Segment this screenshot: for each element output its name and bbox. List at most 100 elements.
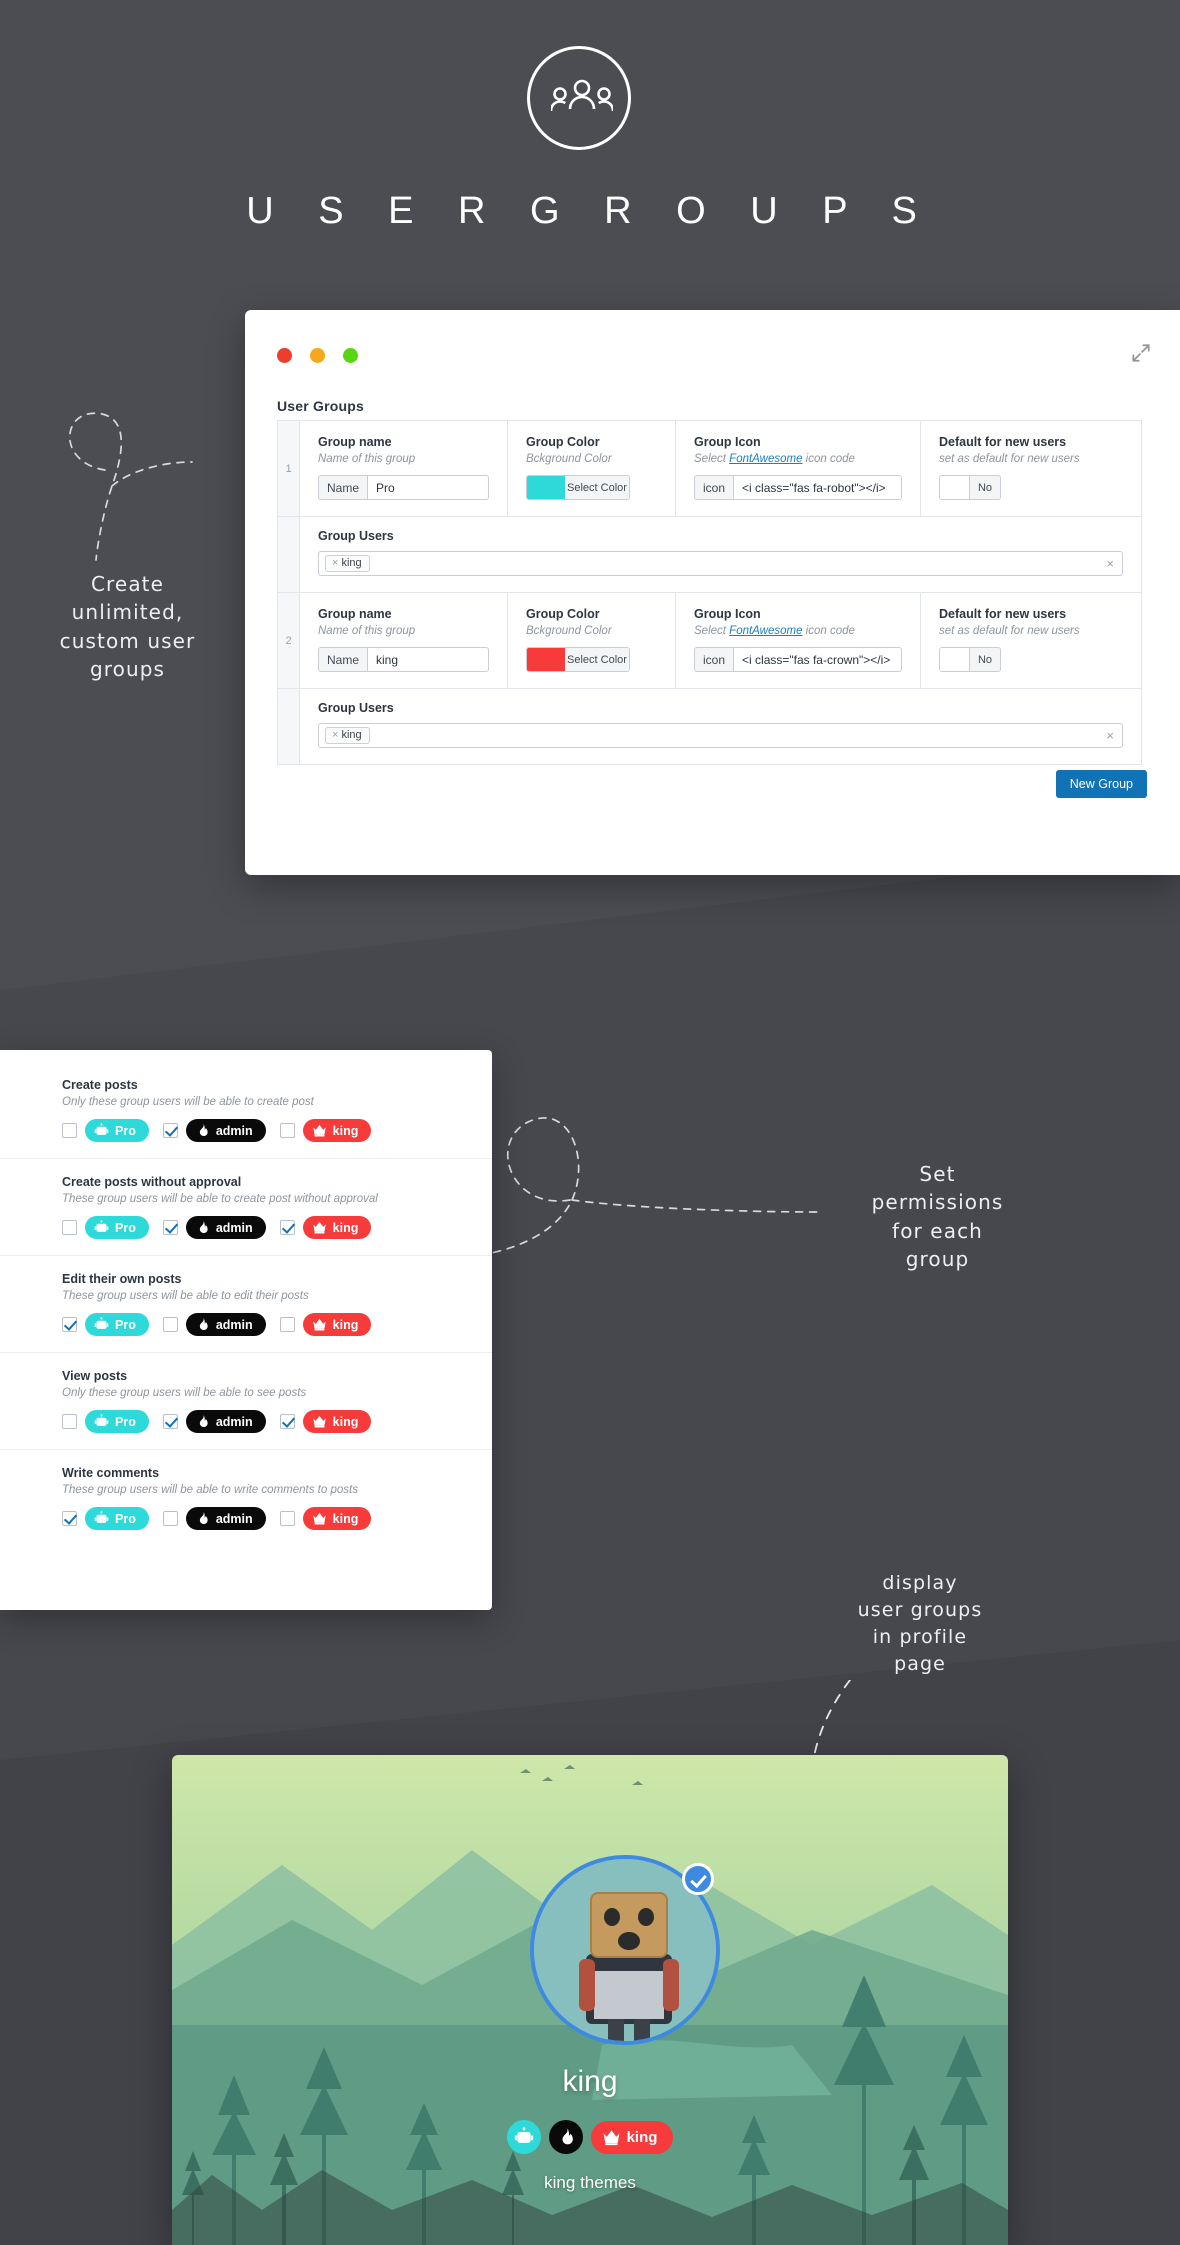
group-name-value[interactable]: Pro — [367, 475, 489, 500]
group-badge-label: king — [332, 1414, 359, 1429]
permission-options: Pro admin king — [62, 1507, 464, 1530]
permission-checkbox-admin[interactable] — [162, 1317, 178, 1332]
input-prefix: Name — [318, 475, 368, 500]
group-name-input[interactable]: Name king — [318, 647, 489, 672]
input-prefix: icon — [694, 475, 734, 500]
permission-checkbox-pro[interactable] — [62, 1317, 77, 1332]
maximize-icon[interactable] — [343, 348, 358, 363]
permission-options: Pro admin king — [62, 1216, 464, 1239]
cell-group-name: Group name Name of this group Name king — [300, 593, 508, 688]
cell-group-color: Group Color Bckground Color Select Color — [508, 421, 676, 516]
new-group-button[interactable]: New Group — [1055, 770, 1147, 798]
group-badge-king: king — [302, 1216, 372, 1239]
permission-checkbox-pro[interactable] — [62, 1220, 77, 1235]
permission-checkbox-admin[interactable] — [162, 1511, 178, 1526]
user-tag[interactable]: × king — [325, 555, 370, 572]
table-row: 2 Group name Name of this group Name kin… — [278, 593, 1141, 689]
permission-checkbox-admin[interactable] — [162, 1220, 178, 1235]
expand-icon[interactable] — [1130, 342, 1152, 364]
crown-icon — [602, 2128, 621, 2147]
permission-checkbox-king[interactable] — [279, 1123, 295, 1138]
row-index-spacer — [278, 689, 300, 764]
select-color-label: Select Color — [565, 476, 629, 499]
profile-badge-pro — [506, 2120, 541, 2154]
sub-pre: Select — [694, 625, 730, 637]
fontawesome-link[interactable]: FontAwesome — [729, 453, 802, 465]
permission-label: Write comments — [62, 1466, 160, 1480]
group-badge-label: admin — [215, 1123, 253, 1138]
table-row-users: Group Users × king × — [278, 517, 1141, 593]
col-sub-name: Name of this group — [318, 625, 416, 637]
profile-group-badges: king — [172, 2120, 1008, 2154]
permission-checkbox-admin[interactable] — [162, 1123, 178, 1138]
robot-icon — [94, 1220, 109, 1235]
select-color-button[interactable]: Select Color — [526, 647, 630, 672]
group-users-field[interactable]: × king × — [318, 551, 1123, 576]
col-sub-default: set as default for new users — [939, 625, 1080, 637]
permission-checkbox-king[interactable] — [279, 1317, 295, 1332]
user-groups-table: 1 Group name Name of this group Name Pro… — [277, 420, 1142, 765]
group-icon-value[interactable]: <i class="fas fa-crown"></i> — [733, 647, 902, 672]
profile-badge-label: king — [626, 2128, 658, 2146]
group-name-value[interactable]: king — [367, 647, 489, 672]
group-badge-label: king — [332, 1123, 359, 1138]
group-users-field[interactable]: × king × — [318, 723, 1123, 748]
permission-option: Pro — [62, 1410, 149, 1433]
minimize-icon[interactable] — [310, 348, 325, 363]
flame-icon — [195, 1123, 210, 1138]
group-badge-label: Pro — [115, 1220, 136, 1235]
permission-checkbox-king[interactable] — [279, 1414, 295, 1429]
table-row-users: Group Users × king × — [278, 689, 1141, 764]
permission-row: Write comments These group users will be … — [0, 1466, 492, 1546]
user-tag[interactable]: × king — [325, 727, 370, 744]
clear-icon[interactable]: × — [1106, 728, 1114, 743]
robot-icon — [94, 1511, 109, 1526]
row-index: 2 — [278, 593, 300, 688]
group-badge-pro: Pro — [85, 1410, 149, 1433]
group-badge-pro: Pro — [85, 1313, 149, 1336]
toggle-knob — [940, 476, 970, 499]
select-color-button[interactable]: Select Color — [526, 475, 630, 500]
permission-label: Create posts without approval — [62, 1175, 242, 1189]
permission-checkbox-king[interactable] — [279, 1220, 295, 1235]
group-name-input[interactable]: Name Pro — [318, 475, 489, 500]
remove-tag-icon[interactable]: × — [332, 557, 338, 569]
remove-tag-icon[interactable]: × — [332, 729, 338, 741]
profile-badge-admin — [548, 2120, 583, 2154]
color-swatch — [527, 476, 565, 499]
fontawesome-link[interactable]: FontAwesome — [729, 625, 802, 637]
crown-icon — [312, 1220, 327, 1235]
group-icon-input[interactable]: icon <i class="fas fa-robot"></i> — [694, 475, 902, 500]
window-controls[interactable] — [277, 348, 358, 363]
col-label-name: Group name — [318, 607, 392, 621]
group-badge-admin: admin — [185, 1313, 266, 1336]
permission-option: king — [279, 1313, 372, 1336]
clear-icon[interactable]: × — [1106, 556, 1114, 571]
row-index-spacer — [278, 517, 300, 592]
group-badge-label: king — [332, 1317, 359, 1332]
default-toggle[interactable]: No — [939, 475, 1001, 500]
group-icon-value[interactable]: <i class="fas fa-robot"></i> — [733, 475, 902, 500]
permission-checkbox-pro[interactable] — [62, 1414, 77, 1429]
permission-row: Edit their own posts These group users wi… — [0, 1272, 492, 1353]
permission-label: Create posts — [62, 1078, 138, 1092]
permission-checkbox-admin[interactable] — [162, 1414, 178, 1429]
annotation-create-groups: Create unlimited, custom user groups — [59, 572, 196, 682]
group-badge-admin: admin — [185, 1410, 266, 1433]
col-sub-default: set as default for new users — [939, 453, 1080, 465]
col-sub-name: Name of this group — [318, 453, 416, 465]
row-index: 1 — [278, 421, 300, 516]
permission-checkbox-pro[interactable] — [62, 1123, 77, 1138]
group-icon-input[interactable]: icon <i class="fas fa-crown"></i> — [694, 647, 902, 672]
input-prefix: Name — [318, 647, 368, 672]
permission-option: king — [279, 1410, 372, 1433]
toggle-label: No — [970, 648, 1000, 671]
permission-checkbox-pro[interactable] — [62, 1511, 77, 1526]
permission-checkbox-king[interactable] — [279, 1511, 295, 1526]
permission-description: These group users will be able to write … — [62, 1484, 358, 1496]
permission-option: king — [279, 1119, 372, 1142]
group-badge-pro: Pro — [85, 1119, 149, 1142]
permission-option: admin — [162, 1507, 266, 1530]
close-icon[interactable] — [277, 348, 292, 363]
default-toggle[interactable]: No — [939, 647, 1001, 672]
